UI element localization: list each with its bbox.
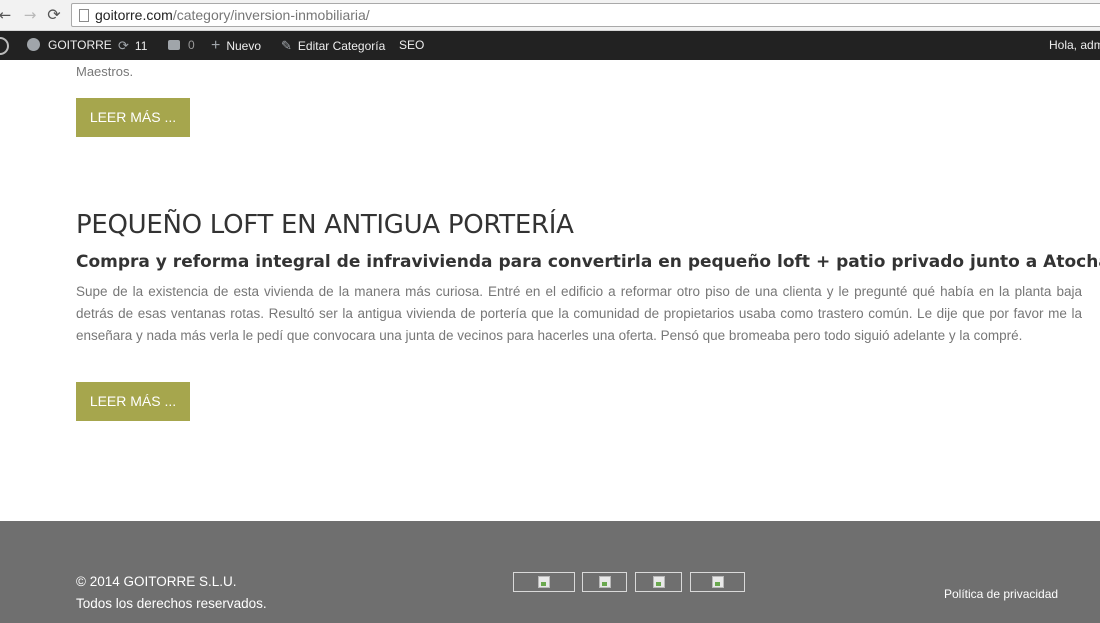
seo-link[interactable]: SEO: [399, 31, 424, 60]
new-content-link[interactable]: + Nuevo: [211, 31, 261, 60]
privacy-policy-link[interactable]: Política de privacidad: [944, 587, 1058, 601]
copyright-text: © 2014 GOITORRE S.L.U.: [76, 574, 237, 589]
social-link-1[interactable]: [513, 572, 575, 592]
url-host: goitorre.com: [95, 7, 173, 23]
social-link-4[interactable]: [690, 572, 745, 592]
browser-toolbar: ← → ⟳ goitorre.com/category/inversion-in…: [0, 0, 1100, 31]
edit-category-link[interactable]: ✎ Editar Categoría: [281, 31, 385, 60]
comments-count: 0: [188, 38, 195, 52]
broken-image-icon: [538, 576, 550, 588]
wp-admin-bar: GOITORRE ⟳ 11 0 + Nuevo ✎ Editar Categoría …: [0, 31, 1100, 60]
page-icon: [79, 9, 89, 22]
pencil-icon: ✎: [281, 38, 292, 53]
updates-icon: ⟳: [118, 38, 129, 53]
footer-copyright: © 2014 GOITORRE S.L.U. Todos los derecho…: [76, 571, 267, 615]
broken-image-icon: [598, 576, 611, 588]
updates-link[interactable]: ⟳ 11: [118, 31, 147, 60]
url-path: /category/inversion-inmobiliaria/: [172, 7, 370, 23]
site-name-label: GOITORRE: [48, 38, 112, 52]
broken-image-icon: [652, 576, 665, 588]
read-more-button[interactable]: LEER MÁS ...: [76, 382, 190, 421]
comment-icon: [168, 40, 180, 50]
social-link-2[interactable]: [582, 572, 627, 592]
dashboard-icon: [27, 38, 40, 51]
address-bar[interactable]: goitorre.com/category/inversion-inmobili…: [71, 3, 1100, 27]
site-name-link[interactable]: GOITORRE: [27, 31, 112, 60]
rights-text: Todos los derechos reservados.: [76, 596, 267, 611]
updates-count: 11: [134, 39, 148, 53]
account-greeting[interactable]: Hola, adm: [1049, 31, 1100, 60]
new-label: Nuevo: [226, 39, 262, 53]
plus-icon: +: [211, 37, 221, 54]
site-footer: © 2014 GOITORRE S.L.U. Todos los derecho…: [0, 521, 1100, 623]
wordpress-logo-icon[interactable]: [0, 37, 9, 55]
post-excerpt: Supe de la existencia de esta vivienda d…: [76, 284, 1082, 343]
back-arrow-icon[interactable]: ←: [0, 6, 14, 24]
previous-excerpt-tail: Maestros.: [76, 64, 134, 79]
forward-arrow-icon[interactable]: →: [21, 6, 39, 24]
read-more-button[interactable]: LEER MÁS ...: [76, 98, 190, 137]
reload-icon[interactable]: ⟳: [45, 6, 63, 24]
edit-category-label: Editar Categoría: [297, 39, 386, 53]
broken-image-icon: [711, 576, 724, 588]
post-subtitle: Compra y reforma integral de infravivien…: [76, 252, 1100, 272]
social-link-3[interactable]: [635, 572, 682, 592]
post-title[interactable]: PEQUEÑO LOFT EN ANTIGUA PORTERÍA: [76, 210, 574, 240]
url-text[interactable]: goitorre.com/category/inversion-inmobili…: [95, 7, 370, 23]
comments-link[interactable]: 0: [168, 31, 195, 60]
